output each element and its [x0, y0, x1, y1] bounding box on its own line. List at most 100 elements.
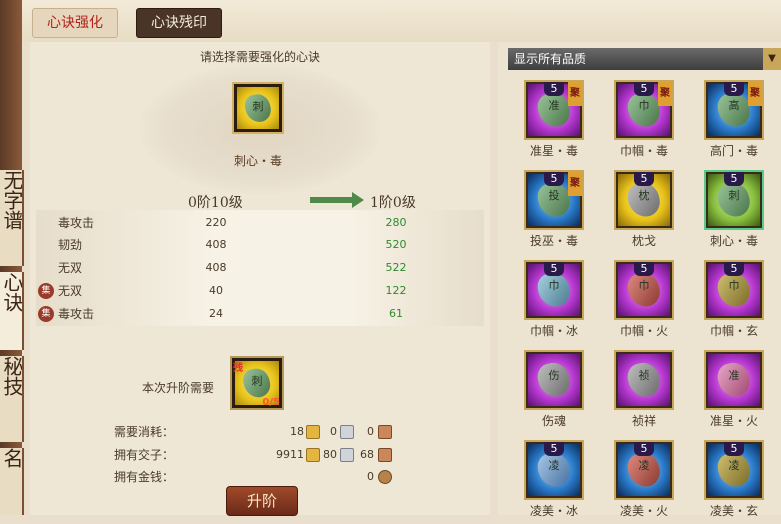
stat-next-value: 522	[385, 261, 407, 274]
rail-tab-ming[interactable]: 名	[0, 448, 24, 515]
rank-number: 5	[544, 262, 564, 276]
xinjue-slot[interactable]: 准	[704, 350, 764, 410]
stat-current-value: 408	[205, 238, 227, 251]
xinjue-slot[interactable]: 巾5	[704, 260, 764, 320]
xinjue-grid-item[interactable]: 投 5 聚投巫・毒	[520, 170, 586, 254]
selected-xinjue-name: 刺心・毒	[233, 154, 282, 168]
xinjue-name: 刺心・毒	[709, 234, 758, 248]
xinjue-icon: 刺	[237, 87, 279, 129]
selected-xinjue-slot[interactable]: 刺	[232, 82, 284, 134]
rail-tab-wuzipu[interactable]: 无字谱	[0, 170, 24, 266]
stone-glyph: 伤	[548, 368, 560, 382]
rail-tab-label: 秘技	[0, 356, 24, 396]
xinjue-grid-item[interactable]: 祯祯祥	[610, 350, 676, 434]
xinjue-slot[interactable]: 枕5	[614, 170, 674, 230]
rail-tab-label: 心诀	[0, 272, 24, 312]
stat-next-value: 122	[385, 284, 407, 297]
stat-name: 韧劲	[58, 238, 83, 252]
rank-number: 5	[724, 82, 744, 96]
stone-glyph: 刺	[728, 188, 740, 202]
stats-table: 毒攻击 220 280 韧劲 408 520 无双 408 522 集 无双 4…	[36, 210, 484, 326]
stat-next-value: 280	[385, 216, 407, 229]
stat-row: 毒攻击 220 280	[36, 212, 484, 234]
xinjue-slot[interactable]: 伤	[524, 350, 584, 410]
xinjue-name: 枕戈	[631, 234, 656, 248]
owned-money-value: 0	[367, 470, 374, 483]
left-side-rail: 无字谱 心诀 秘技 名	[0, 0, 24, 515]
set-badge: 聚	[748, 82, 762, 106]
rail-tab-label: 无字谱	[0, 170, 24, 230]
xinjue-grid-item[interactable]: 凌 5 凌美・火	[610, 440, 676, 524]
xinjue-slot[interactable]: 高 5聚	[704, 80, 764, 140]
rank-number: 5	[544, 442, 564, 456]
stat-name: 无双	[58, 284, 83, 298]
requirement-label: 本次升阶需要	[142, 381, 215, 395]
tab-bar: 心诀强化 心诀残印	[22, 0, 781, 42]
quality-filter-dropdown[interactable]: 显示所有品质 ▼	[508, 48, 781, 70]
xinjue-grid-item[interactable]: 高 5 聚高门・毒	[700, 80, 766, 164]
xinjue-slot[interactable]: 巾5	[524, 260, 584, 320]
xinjue-grid-item[interactable]: 准 5 聚准星・毒	[520, 80, 586, 164]
next-level: 1阶0级	[370, 195, 416, 211]
owned-jiaozi-label: 拥有交子：	[114, 448, 175, 462]
stat-name: 毒攻击	[58, 307, 95, 321]
xinjue-name: 凌美・玄	[709, 504, 758, 518]
current-level: 0阶10级	[188, 195, 243, 211]
xinjue-slot[interactable]: 刺5	[704, 170, 764, 230]
xinjue-grid-item[interactable]: 巾 5 巾帼・玄	[700, 260, 766, 344]
rank-number: 5	[634, 262, 654, 276]
upgrade-button[interactable]: 升阶	[226, 486, 298, 516]
stone-glyph: 刺	[252, 100, 264, 114]
rank-number: 5	[634, 172, 654, 186]
xinjue-grid-item[interactable]: 巾 5 巾帼・冰	[520, 260, 586, 344]
xinjue-slot[interactable]: 巾5	[614, 260, 674, 320]
stone-glyph: 凌	[638, 458, 650, 472]
arrow-right-icon	[310, 192, 364, 208]
stat-name: 毒攻击	[58, 216, 95, 230]
xinjue-grid-item[interactable]: 伤伤魂	[520, 350, 586, 434]
xinjue-name: 高门・毒	[709, 144, 758, 158]
xinjue-grid-item[interactable]: 凌 5 凌美・冰	[520, 440, 586, 524]
xinjue-slot[interactable]: 凌5	[614, 440, 674, 500]
stone-glyph: 枕	[638, 188, 650, 202]
stone-glyph: 巾	[638, 278, 650, 292]
rank-number: 5	[724, 172, 744, 186]
xinjue-slot[interactable]: 凌5	[704, 440, 764, 500]
stone-glyph: 巾	[638, 98, 650, 112]
xinjue-grid-item[interactable]: 凌 5 凌美・玄	[700, 440, 766, 524]
tab-xinjue-qianghua[interactable]: 心诀强化	[32, 8, 118, 38]
tab-xinjue-canyin[interactable]: 心诀残印	[136, 8, 222, 38]
set-badge: 聚	[568, 172, 582, 196]
rail-tab-miji[interactable]: 秘技	[0, 356, 24, 442]
xinjue-icon: 伤	[528, 354, 580, 406]
xinjue-grid-item[interactable]: 巾 5 巾帼・火	[610, 260, 676, 344]
xinjue-grid-item[interactable]: 枕 5 枕戈	[610, 170, 676, 254]
xinjue-slot[interactable]: 巾 5聚	[614, 80, 674, 140]
stone-glyph: 投	[548, 188, 560, 202]
xinjue-name: 巾帼・冰	[529, 324, 578, 338]
enhance-panel: 请选择需要强化的心诀 刺 刺心・毒 0阶10级 1阶0级 毒攻击 220 280…	[30, 42, 490, 516]
stone-glyph: 巾	[548, 278, 560, 292]
xinjue-slot[interactable]: 祯	[614, 350, 674, 410]
stat-row: 集 毒攻击 24 61	[36, 303, 484, 325]
chevron-down-icon[interactable]: ▼	[763, 48, 781, 70]
requirement-item-slot[interactable]: 刺 残 0/5	[230, 356, 284, 410]
xinjue-grid-item[interactable]: 刺 5 刺心・毒	[700, 170, 766, 254]
xinjue-grid-item[interactable]: 巾 5 聚巾帼・毒	[610, 80, 676, 164]
xinjue-list-panel: 显示所有品质 ▼ 准 5 聚准星・毒巾 5 聚巾帼・毒高 5 聚高门・毒投 5 聚投巫・毒枕 5 枕…	[498, 42, 781, 518]
xinjue-name: 投巫・毒	[529, 234, 578, 248]
xinjue-grid-item[interactable]: 准准星・火	[700, 350, 766, 434]
set-badge: 聚	[658, 82, 672, 106]
xinjue-slot[interactable]: 准 5聚	[524, 80, 584, 140]
stone-glyph: 凌	[728, 458, 740, 472]
stat-next-value: 520	[385, 238, 407, 251]
quality-filter-label: 显示所有品质	[514, 52, 587, 66]
rail-tab-xinjue[interactable]: 心诀	[0, 272, 24, 350]
stat-current-value: 220	[205, 216, 227, 229]
stone-glyph: 刺	[251, 374, 263, 388]
xinjue-name: 伤魂	[541, 414, 566, 428]
xinjue-slot[interactable]: 凌5	[524, 440, 584, 500]
copper-jiaozi-icon	[378, 448, 392, 462]
stone-glyph: 巾	[728, 278, 740, 292]
xinjue-slot[interactable]: 投 5聚	[524, 170, 584, 230]
